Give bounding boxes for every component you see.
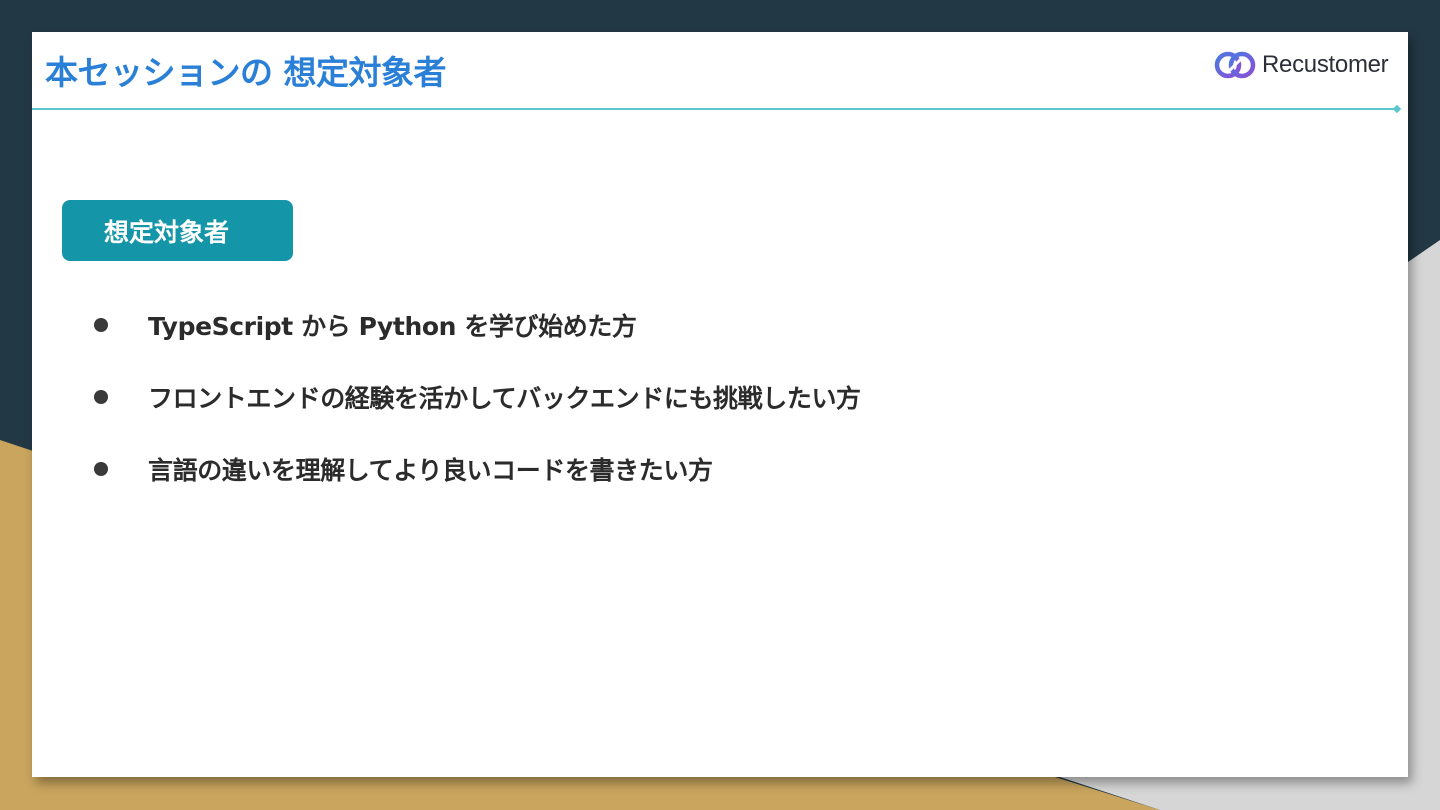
company-logo: Recustomer bbox=[1214, 50, 1389, 80]
target-audience-badge: 想定対象者 bbox=[62, 200, 293, 261]
logo-text: Recustomer bbox=[1262, 51, 1389, 78]
bullet-dot-icon bbox=[94, 318, 108, 332]
list-item: TypeScript から Python を学び始めた方 bbox=[94, 300, 861, 350]
badge-label: 想定対象者 bbox=[104, 217, 230, 247]
bullet-text: TypeScript から Python を学び始めた方 bbox=[148, 312, 637, 341]
bullet-dot-icon bbox=[94, 462, 108, 476]
title-divider bbox=[32, 108, 1398, 110]
bullet-dot-icon bbox=[94, 390, 108, 404]
list-item: 言語の違いを理解してより良いコードを書きたい方 bbox=[94, 444, 861, 494]
bullet-text: フロントエンドの経験を活かしてバックエンドにも挑戦したい方 bbox=[148, 384, 861, 413]
divider-end-dot bbox=[1392, 104, 1402, 114]
bullet-text: 言語の違いを理解してより良いコードを書きたい方 bbox=[148, 456, 713, 485]
slide-title: 本セッションの 想定対象者 bbox=[45, 53, 447, 92]
presentation-stage: 本セッションの 想定対象者 Recustomer 想定対象者 TypeScrip… bbox=[0, 0, 1440, 810]
list-item: フロントエンドの経験を活かしてバックエンドにも挑戦したい方 bbox=[94, 372, 861, 422]
recustomer-logo-icon bbox=[1214, 51, 1256, 79]
audience-bullet-list: TypeScript から Python を学び始めた方 フロントエンドの経験を… bbox=[94, 300, 861, 516]
slide-canvas: 本セッションの 想定対象者 Recustomer 想定対象者 TypeScrip… bbox=[32, 32, 1408, 777]
